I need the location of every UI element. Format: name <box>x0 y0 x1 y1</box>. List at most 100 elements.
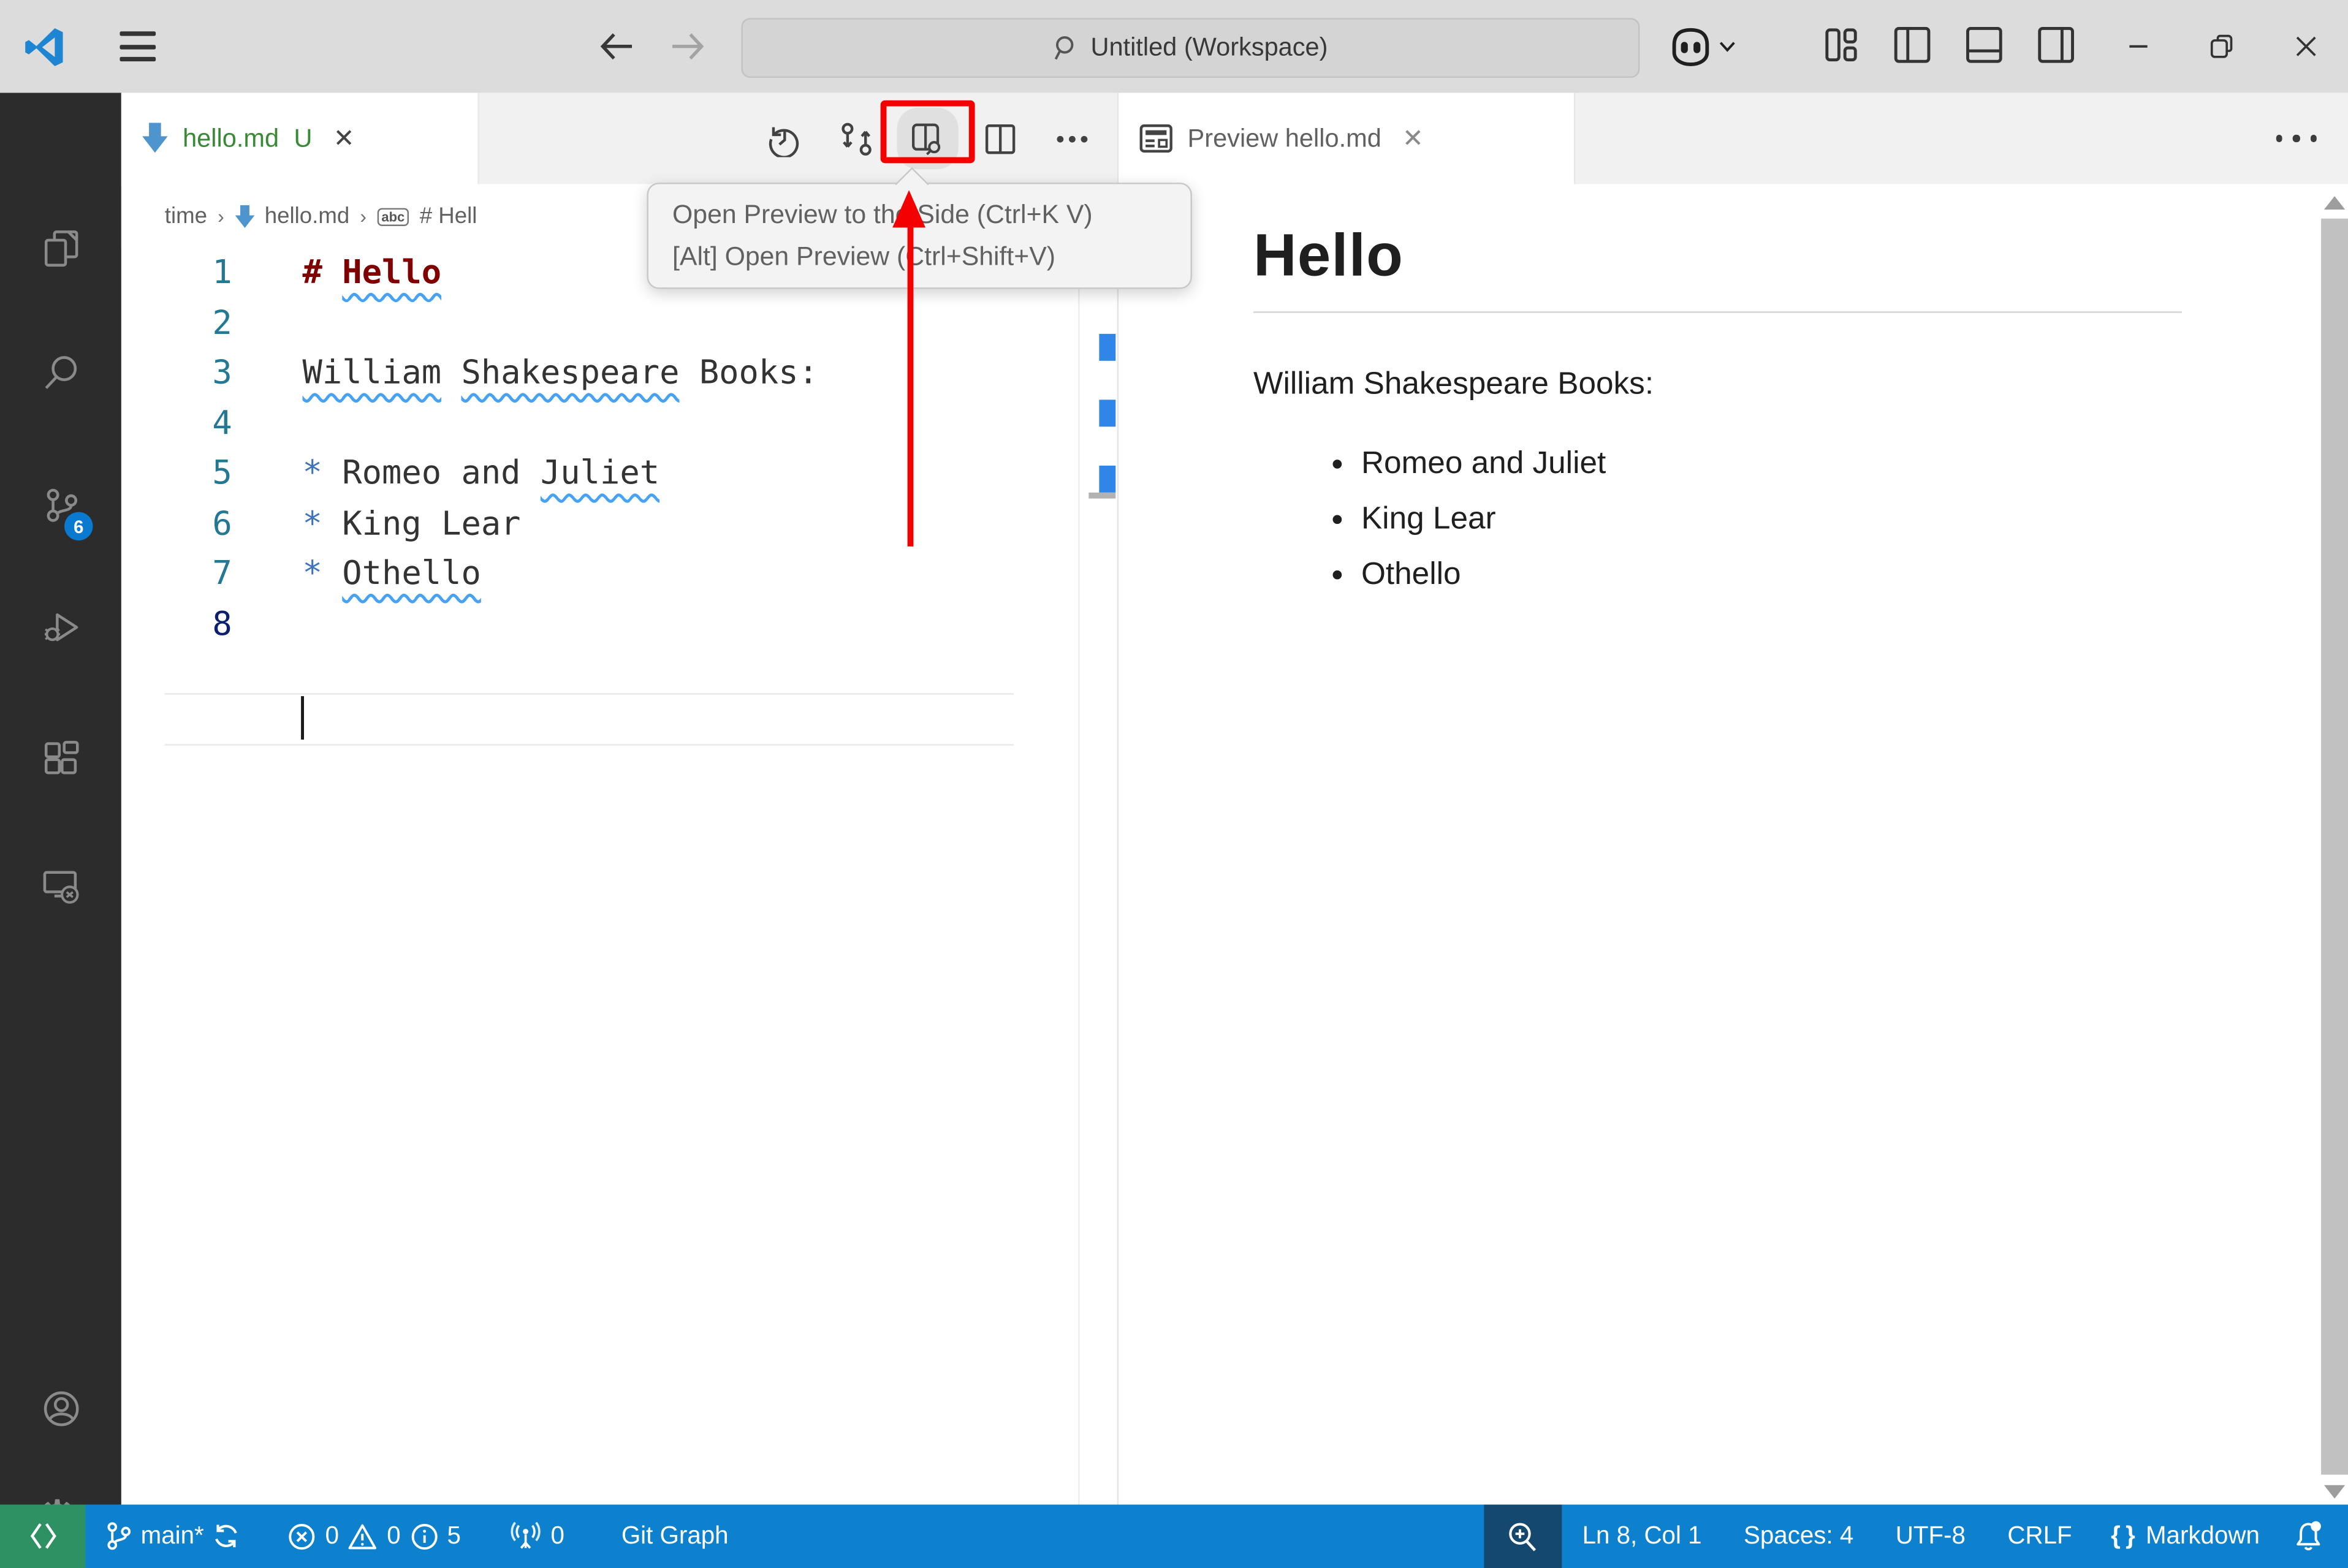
breadcrumb-folder[interactable]: time <box>165 203 207 229</box>
forward-arrow-button[interactable] <box>666 26 708 67</box>
history-icon <box>766 121 802 157</box>
cursor-position-item[interactable]: Ln 8, Col 1 <box>1561 1505 1722 1568</box>
markdown-file-icon <box>235 205 254 229</box>
overview-ruler-modified-mark <box>1099 400 1115 426</box>
split-editor-button[interactable] <box>981 119 1018 157</box>
explorer-icon[interactable] <box>42 229 81 268</box>
notifications-item[interactable] <box>2278 1505 2348 1568</box>
info-icon <box>409 1522 438 1550</box>
markdown-preview-pane[interactable]: Hello William Shakespeare Books: Romeo a… <box>1119 184 2348 1505</box>
back-arrow-button[interactable] <box>596 26 637 67</box>
extensions-icon[interactable] <box>42 738 81 778</box>
zoom-status-item[interactable] <box>1483 1505 1561 1568</box>
remote-explorer-icon[interactable] <box>42 867 81 906</box>
more-actions-button[interactable] <box>2276 93 2317 184</box>
code-line[interactable]: 5* Romeo and Juliet <box>121 449 1117 499</box>
code-editor[interactable]: 1# Hello23William Shakespeare Books:45* … <box>121 249 1117 1505</box>
code-text: * Romeo and Juliet <box>303 455 660 493</box>
title-bar: Untitled (Workspace) <box>0 0 2348 93</box>
encoding-label: UTF-8 <box>1896 1522 1966 1550</box>
open-timeline-button[interactable] <box>766 119 803 157</box>
more-actions-button[interactable] <box>1053 119 1090 157</box>
split-editor-icon <box>982 121 1018 157</box>
tab-close-icon[interactable]: ✕ <box>1402 124 1424 154</box>
sync-icon <box>213 1523 240 1550</box>
error-count: 0 <box>325 1522 339 1550</box>
tab-label: Preview hello.md <box>1188 124 1381 154</box>
encoding-item[interactable]: UTF-8 <box>1875 1505 1987 1568</box>
branch-name: main* <box>141 1522 204 1550</box>
error-icon <box>288 1522 316 1550</box>
scrollbar-up-arrow[interactable] <box>2324 196 2345 210</box>
preview-list-item: Othello <box>1361 557 2182 593</box>
eol-item[interactable]: CRLF <box>1986 1505 2093 1568</box>
code-line[interactable]: 8 <box>121 600 1117 650</box>
editor-group-preview: Preview hello.md ✕ Hello William Shakesp… <box>1117 93 2348 1504</box>
open-changes-button[interactable] <box>837 119 875 157</box>
git-graph-item[interactable]: Git Graph <box>608 1505 742 1568</box>
code-line[interactable]: 3William Shakespeare Books: <box>121 349 1117 399</box>
breadcrumb-symbol[interactable]: # Hell <box>420 203 477 229</box>
scrollbar-down-arrow[interactable] <box>2324 1485 2345 1499</box>
ports-item[interactable]: 0 <box>495 1505 578 1568</box>
restore-button[interactable] <box>2197 21 2247 72</box>
toggle-panel-icon[interactable] <box>1965 26 2004 65</box>
remote-indicator[interactable] <box>0 1505 85 1568</box>
line-number: 8 <box>121 606 232 643</box>
language-mode-item[interactable]: { } Markdown <box>2093 1505 2278 1568</box>
vscode-logo-icon <box>24 27 63 66</box>
line-number: 1 <box>121 255 232 292</box>
ports-count: 0 <box>551 1522 564 1550</box>
command-center-search[interactable]: Untitled (Workspace) <box>741 18 1639 78</box>
preview-list-item: Romeo and Juliet <box>1361 446 2182 482</box>
editor-scrollbar-edge <box>1078 184 1079 1505</box>
layout-controls <box>1824 26 2075 65</box>
breadcrumb-file[interactable]: hello.md <box>265 203 350 229</box>
run-debug-icon[interactable] <box>42 608 81 647</box>
braces-icon: { } <box>2111 1522 2137 1550</box>
chevron-right-icon: › <box>218 205 224 228</box>
account-icon[interactable] <box>42 1389 81 1428</box>
copilot-menu-button[interactable] <box>1668 24 1746 69</box>
tab-preview-hello-md[interactable]: Preview hello.md ✕ <box>1119 93 1575 184</box>
customize-layout-icon[interactable] <box>1824 26 1860 65</box>
code-line[interactable]: 4 <box>121 399 1117 449</box>
toggle-secondary-sidebar-icon[interactable] <box>2037 26 2076 65</box>
indentation-item[interactable]: Spaces: 4 <box>1723 1505 1875 1568</box>
tab-close-icon[interactable]: ✕ <box>333 124 355 154</box>
code-line[interactable]: 2 <box>121 298 1117 349</box>
preview-heading: Hello <box>1253 223 2182 313</box>
search-icon <box>1053 34 1080 61</box>
text-cursor <box>301 696 305 740</box>
scrollbar-thumb[interactable] <box>2321 219 2348 1475</box>
markdown-file-icon <box>142 123 168 154</box>
menu-hamburger-button[interactable] <box>120 31 156 61</box>
minimize-button[interactable] <box>2113 21 2164 72</box>
scm-badge: 6 <box>64 512 93 540</box>
search-sidebar-icon[interactable] <box>42 354 81 393</box>
git-branch-item[interactable]: main* <box>85 1505 253 1568</box>
close-icon <box>2294 34 2318 58</box>
tab-hello-md[interactable]: hello.md U ✕ <box>121 93 479 184</box>
close-window-button[interactable] <box>2281 21 2331 72</box>
language-label: Markdown <box>2146 1522 2260 1550</box>
preview-list-item: King Lear <box>1361 502 2182 538</box>
status-bar: main* 0 0 5 <box>0 1505 2348 1568</box>
problems-item[interactable]: 0 0 5 <box>275 1505 474 1568</box>
ellipsis-icon <box>1055 134 1088 143</box>
git-graph-label: Git Graph <box>621 1522 729 1550</box>
annotation-arrow <box>906 224 913 546</box>
code-line[interactable]: 7 * Othello <box>121 550 1117 600</box>
tab-strip-2: Preview hello.md ✕ <box>1119 93 2348 185</box>
symbol-string-icon: abc <box>377 207 409 225</box>
code-line[interactable]: 6* King Lear <box>121 499 1117 550</box>
overview-ruler-modified-mark <box>1099 334 1115 361</box>
git-status-letter: U <box>294 124 313 154</box>
preview-tab-icon <box>1139 124 1172 153</box>
broadcast-icon <box>509 1521 542 1551</box>
indentation-label: Spaces: 4 <box>1744 1522 1853 1550</box>
tab-label: hello.md <box>183 124 279 154</box>
line-number: 7 <box>121 556 232 593</box>
code-text: * Othello <box>303 556 481 593</box>
toggle-sidebar-icon[interactable] <box>1893 26 1932 65</box>
